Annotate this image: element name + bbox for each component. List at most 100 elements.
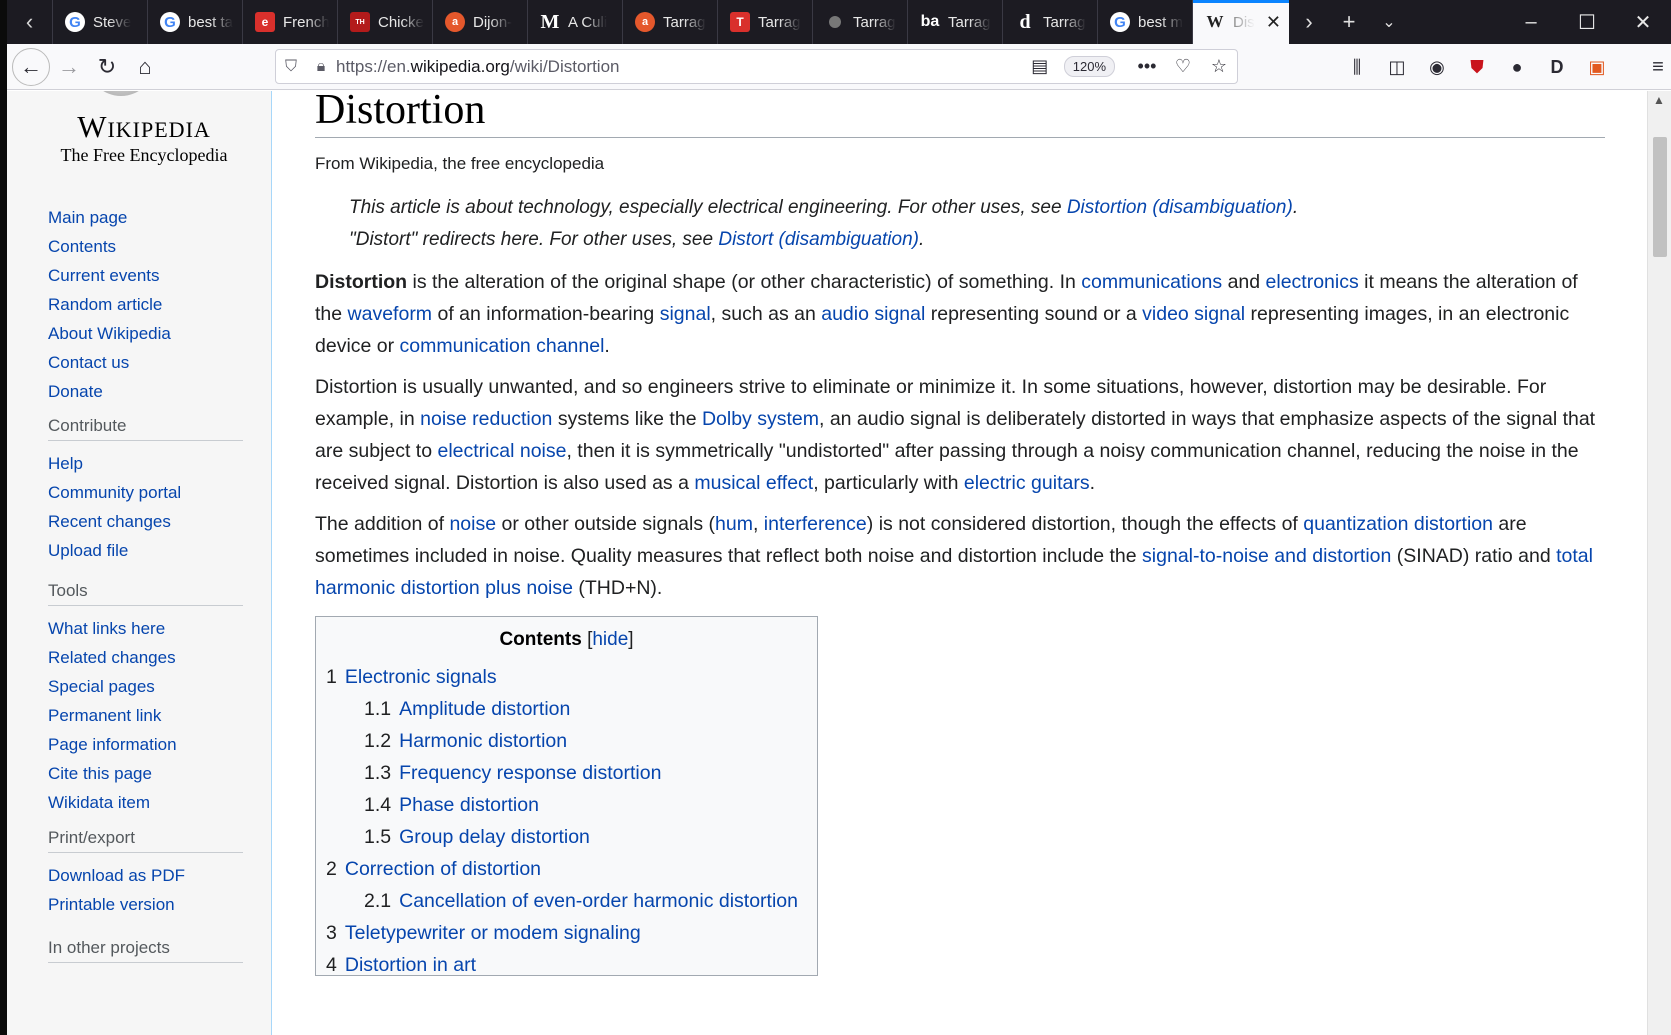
browser-tab[interactable]: Gbest ta [148,0,243,44]
close-window-button[interactable]: ✕ [1615,10,1671,35]
sidebar-link-recent-changes[interactable]: Recent changes [48,507,243,536]
browser-tab[interactable]: Gbest m [1098,0,1193,44]
sidebar-link-contents[interactable]: Contents [48,232,243,261]
sidebar-link-random-article[interactable]: Random article [48,290,243,319]
tracking-shield-icon[interactable]: ⛉ [276,58,306,76]
forward-button[interactable]: → [50,48,88,86]
toc-item[interactable]: 4 Distortion in art [326,949,807,975]
link-musical-effect[interactable]: musical effect [694,472,813,494]
toc-item[interactable]: 1.1 Amplitude distortion [326,693,807,725]
link-noise-reduction[interactable]: noise reduction [420,408,552,430]
browser-tab[interactable]: G Steve [53,0,148,44]
toc-link[interactable]: Teletypewriter or modem signaling [345,922,641,944]
sidebar-link-upload-file[interactable]: Upload file [48,536,243,565]
lock-icon[interactable]: 🔒︎ [306,58,336,76]
page-actions-icon[interactable]: ••• [1129,56,1165,77]
browser-tab[interactable]: e French [243,0,338,44]
link-dolby-system[interactable]: Dolby system [702,408,819,430]
link-electronics[interactable]: electronics [1266,271,1359,293]
sidebar-link-help[interactable]: Help [48,449,243,478]
link-interference[interactable]: interference [764,513,867,535]
toc-item[interactable]: 1.3 Frequency response distortion [326,757,807,789]
browser-tab[interactable]: ba Tarrag [908,0,1003,44]
sidebar-link-related-changes[interactable]: Related changes [48,643,243,672]
toc-item[interactable]: 2.1 Cancellation of even-order harmonic d… [326,885,807,917]
new-tab-button[interactable]: + [1329,9,1369,35]
link-waveform[interactable]: waveform [348,303,433,325]
toc-link[interactable]: Phase distortion [399,794,539,816]
wikipedia-wordmark[interactable]: Wikipedia [49,109,239,145]
browser-tab[interactable]: T Tarrag [718,0,813,44]
toc-item[interactable]: 1 Electronic signals [326,661,807,693]
reader-view-icon[interactable]: ▤ [1022,56,1058,77]
browser-tab[interactable]: TH Chicke [338,0,433,44]
zoom-indicator[interactable]: 120% [1063,56,1115,77]
link-audio-signal[interactable]: audio signal [821,303,925,325]
sidebar-link-printable-version[interactable]: Printable version [48,890,243,919]
sidebar-link-what-links-here[interactable]: What links here [48,614,243,643]
reload-button[interactable]: ↻ [88,48,126,86]
toc-link[interactable]: Amplitude distortion [399,698,570,720]
toc-item[interactable]: 3 Teletypewriter or modem signaling [326,917,807,949]
browser-tab[interactable]: M A Culi [528,0,623,44]
page-scrollbar[interactable]: ▲ [1647,91,1671,1035]
link-sinad[interactable]: signal-to-noise and distortion [1142,545,1391,567]
link-signal[interactable]: signal [660,303,711,325]
sidebar-link-contact-us[interactable]: Contact us [48,348,243,377]
toc-hide-link[interactable]: hide [592,629,628,650]
sidebar-link-wikidata-item[interactable]: Wikidata item [48,788,243,817]
toc-item[interactable]: 2 Correction of distortion [326,853,807,885]
scroll-up-arrow-icon[interactable]: ▲ [1653,93,1665,107]
link-communication-channel[interactable]: communication channel [400,335,605,357]
scrollbar-thumb[interactable] [1653,137,1667,257]
browser-tab[interactable]: Tarrag [813,0,908,44]
toc-link[interactable]: Cancellation of even-order harmonic dist… [399,890,798,912]
link-hum[interactable]: hum [715,513,753,535]
sidebar-link-page-information[interactable]: Page information [48,730,243,759]
back-button[interactable]: ← [12,47,50,86]
toc-link[interactable]: Harmonic distortion [399,730,567,752]
maximize-button[interactable]: ☐ [1559,10,1615,35]
sidebar-link-main-page[interactable]: Main page [48,203,243,232]
toc-link[interactable]: Electronic signals [345,666,497,688]
extension-icon[interactable]: ● [1497,57,1537,78]
url-bar[interactable]: ⛉ 🔒︎ https://en.wikipedia.org/wiki/Disto… [275,49,1238,84]
toc-link[interactable]: Frequency response distortion [399,762,661,784]
browser-tab[interactable]: a Tarrag [623,0,718,44]
link-electrical-noise[interactable]: electrical noise [437,440,566,462]
sidebar-link-permanent-link[interactable]: Permanent link [48,701,243,730]
account-icon[interactable]: ◉ [1417,57,1457,78]
toc-link[interactable]: Group delay distortion [399,826,590,848]
link-video-signal[interactable]: video signal [1142,303,1245,325]
browser-tab[interactable]: a Dijon- [433,0,528,44]
link-quantization-distortion[interactable]: quantization distortion [1303,513,1493,535]
url-text[interactable]: https://en.wikipedia.org/wiki/Distortion [336,57,620,77]
link-communications[interactable]: communications [1081,271,1222,293]
sidebar-link-about-wikipedia[interactable]: About Wikipedia [48,319,243,348]
ublock-origin-icon[interactable]: ⛊ [1457,57,1497,78]
toc-item[interactable]: 1.5 Group delay distortion [326,821,807,853]
link-noise[interactable]: noise [449,513,496,535]
library-icon[interactable]: ⫼ [1337,57,1377,78]
sidebar-link-current-events[interactable]: Current events [48,261,243,290]
scroll-tabs-left-button[interactable]: ‹ [7,0,53,44]
sidebar-link-donate[interactable]: Donate [48,377,243,406]
home-button[interactable]: ⌂ [126,48,164,86]
screen-share-icon[interactable]: ▣ [1577,57,1617,78]
sidebar-link-download-as-pdf[interactable]: Download as PDF [48,861,243,890]
toc-item[interactable]: 1.4 Phase distortion [326,789,807,821]
dashlane-icon[interactable]: D [1537,57,1577,78]
sidebar-link-special-pages[interactable]: Special pages [48,672,243,701]
close-tab-icon[interactable]: ✕ [1262,12,1281,33]
sidebar-link-cite-this-page[interactable]: Cite this page [48,759,243,788]
link-distort-disambiguation[interactable]: Distort (disambiguation) [718,229,919,250]
minimize-button[interactable]: – [1503,11,1559,34]
link-distortion-disambiguation[interactable]: Distortion (disambiguation) [1067,197,1293,218]
bookmark-star-icon[interactable]: ☆ [1201,56,1237,77]
scroll-tabs-right-button[interactable]: › [1289,9,1329,35]
pocket-icon[interactable]: ♡ [1165,56,1201,77]
toc-link[interactable]: Correction of distortion [345,858,541,880]
list-all-tabs-button[interactable]: ⌄ [1369,12,1409,32]
sidebar-link-community-portal[interactable]: Community portal [48,478,243,507]
browser-tab[interactable]: W Dis ✕ [1193,0,1289,44]
